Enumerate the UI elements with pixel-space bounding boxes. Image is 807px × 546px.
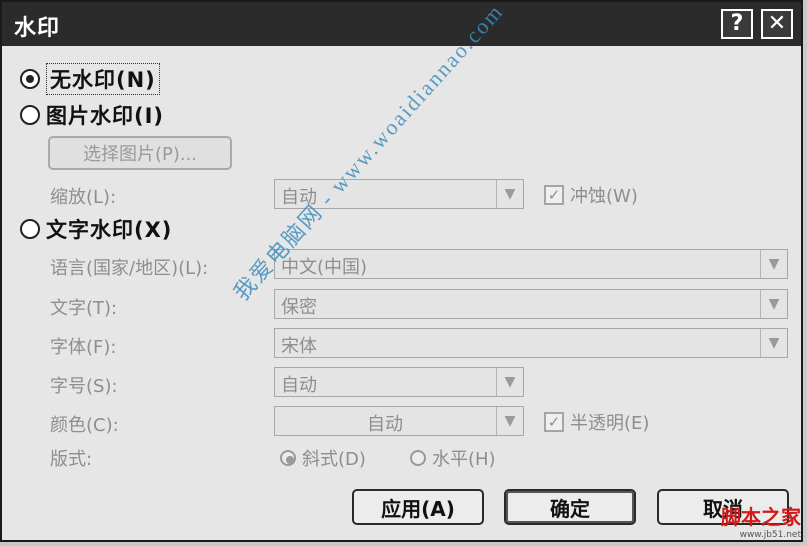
font-select[interactable]: 宋体 ▼ [274, 328, 788, 358]
color-value: 自动 [367, 414, 403, 435]
ok-label: 确定 [550, 496, 590, 521]
close-icon: ✕ [767, 11, 787, 36]
chevron-down-icon[interactable]: ▼ [760, 250, 787, 278]
source-badge-url: www.jb51.net [739, 530, 801, 540]
radio-button-icon[interactable] [410, 450, 426, 466]
color-select[interactable]: 自动 ▼ [274, 406, 524, 436]
text-value: 保密 [281, 297, 317, 318]
size-value: 自动 [281, 375, 317, 396]
radio-button-icon[interactable] [20, 105, 40, 125]
source-badge-text: 脚本之家 [721, 505, 801, 529]
ok-button[interactable]: 确定 [504, 489, 636, 525]
chevron-down-icon[interactable]: ▼ [760, 290, 787, 318]
radio-layout-diagonal[interactable]: 斜式(D) [280, 445, 366, 471]
chevron-down-icon[interactable]: ▼ [496, 407, 523, 435]
language-label: 语言(国家/地区)(L): [50, 258, 209, 279]
question-mark-icon: ? [730, 11, 744, 36]
title-bar[interactable]: 水印 ? ✕ [2, 2, 801, 46]
language-select[interactable]: 中文(中国) ▼ [274, 249, 788, 279]
apply-label: 应用(A) [381, 496, 455, 521]
semitransparent-checkbox[interactable]: ✓ 半透明(E) [544, 409, 649, 435]
checkmark-icon[interactable]: ✓ [544, 412, 564, 432]
checkmark-icon[interactable]: ✓ [544, 185, 564, 205]
language-value: 中文(中国) [281, 257, 368, 278]
dialog-title: 水印 [14, 16, 61, 41]
select-picture-label: 选择图片(P)... [82, 144, 198, 165]
scale-label: 缩放(L): [50, 187, 117, 208]
text-watermark-label: 文字水印(X) [46, 218, 173, 242]
source-badge: 脚本之家 www.jb51.net [721, 501, 801, 540]
picture-watermark-label: 图片水印(I) [46, 104, 165, 128]
layout-horizontal-label: 水平(H) [432, 449, 496, 470]
text-select[interactable]: 保密 ▼ [274, 289, 788, 319]
size-select[interactable]: 自动 ▼ [274, 367, 524, 397]
apply-button[interactable]: 应用(A) [352, 489, 484, 525]
color-label: 颜色(C): [50, 415, 119, 436]
radio-button-icon[interactable] [20, 69, 40, 89]
close-button[interactable]: ✕ [761, 9, 793, 39]
size-label: 字号(S): [50, 376, 118, 397]
select-picture-button[interactable]: 选择图片(P)... [48, 136, 232, 170]
washout-label: 冲蚀(W) [570, 186, 638, 207]
radio-layout-horizontal[interactable]: 水平(H) [410, 445, 496, 471]
washout-checkbox[interactable]: ✓ 冲蚀(W) [544, 182, 638, 208]
watermark-dialog: 水印 ? ✕ 无水印(N) 图片水印(I) 选择图片(P)... 缩放(L): … [0, 0, 803, 542]
radio-button-icon[interactable] [280, 450, 296, 466]
chevron-down-icon[interactable]: ▼ [760, 329, 787, 357]
chevron-down-icon[interactable]: ▼ [496, 368, 523, 396]
layout-diagonal-label: 斜式(D) [302, 449, 366, 470]
radio-text-watermark[interactable]: 文字水印(X) [20, 214, 172, 244]
text-label: 文字(T): [50, 298, 118, 319]
layout-label: 版式: [50, 449, 93, 470]
semitransparent-label: 半透明(E) [570, 413, 650, 434]
font-label: 字体(F): [50, 337, 117, 358]
radio-no-watermark[interactable]: 无水印(N) [20, 63, 160, 95]
help-button[interactable]: ? [721, 9, 753, 39]
no-watermark-label: 无水印(N) [46, 63, 160, 95]
radio-button-icon[interactable] [20, 219, 40, 239]
chevron-down-icon[interactable]: ▼ [496, 180, 523, 208]
radio-picture-watermark[interactable]: 图片水印(I) [20, 100, 164, 130]
font-value: 宋体 [281, 336, 317, 357]
